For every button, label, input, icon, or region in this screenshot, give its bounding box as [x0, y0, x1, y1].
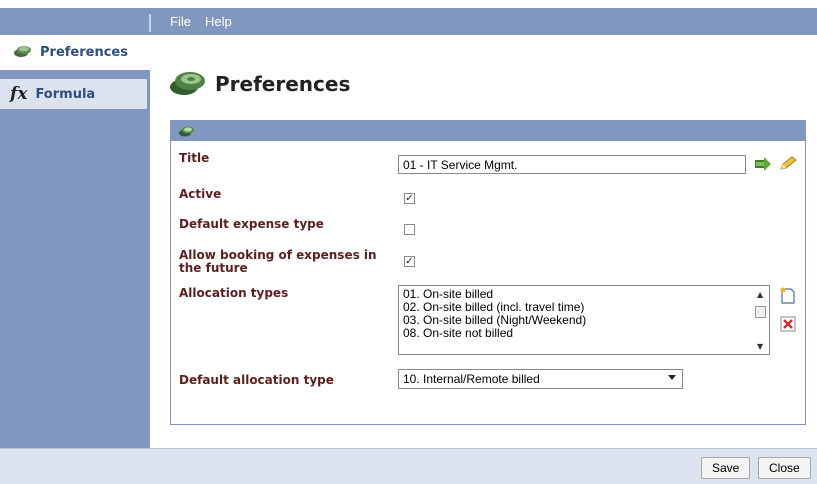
scroll-up-icon[interactable]: ▲	[757, 290, 763, 299]
active-checkbox[interactable]: ✓	[404, 193, 415, 204]
default-expense-checkbox[interactable]	[404, 224, 415, 235]
page-title: Preferences	[169, 68, 350, 100]
list-item[interactable]: 08. On-site not billed	[403, 327, 769, 340]
money-icon	[169, 68, 207, 100]
list-scrollbar[interactable]: ▲ ▼	[753, 286, 769, 354]
scroll-down-icon[interactable]: ▼	[757, 342, 763, 351]
close-button[interactable]: Close	[758, 457, 811, 479]
panel-header	[171, 121, 805, 141]
default-expense-label: Default expense type	[179, 217, 324, 231]
arrow-icon[interactable]	[754, 155, 772, 173]
sidebar-item-label: Preferences	[40, 45, 128, 60]
page-title-text: Preferences	[215, 72, 351, 96]
menu: File Help	[170, 8, 232, 35]
menu-separator	[149, 14, 151, 32]
menu-file[interactable]: File	[170, 14, 191, 29]
default-allocation-label: Default allocation type	[179, 373, 334, 387]
allow-booking-label: Allow booking of expenses in the future	[179, 248, 377, 275]
delete-icon[interactable]	[779, 315, 797, 333]
sidebar-item-preferences[interactable]: Preferences	[0, 35, 150, 70]
allocation-types-list[interactable]: 01. On-site billed 02. On-site billed (i…	[398, 285, 770, 355]
money-icon	[179, 122, 195, 141]
sidebar-item-label: Formula	[35, 86, 96, 102]
chevron-down-icon	[668, 375, 676, 380]
money-icon	[14, 43, 32, 62]
top-menu-bar: File Help	[0, 0, 817, 35]
sidebar: Preferences fx Formula	[0, 35, 150, 448]
active-label: Active	[179, 187, 222, 201]
allow-booking-checkbox[interactable]: ✓	[404, 256, 415, 267]
formula-icon: fx	[10, 84, 28, 104]
default-allocation-select[interactable]: 10. Internal/Remote billed	[398, 369, 683, 389]
sidebar-item-formula[interactable]: fx Formula	[0, 79, 147, 109]
default-allocation-value: 10. Internal/Remote billed	[403, 372, 540, 386]
title-label: Title	[179, 151, 210, 165]
save-button[interactable]: Save	[701, 457, 751, 479]
new-document-icon[interactable]	[779, 287, 797, 305]
allocation-types-label: Allocation types	[179, 286, 289, 300]
title-input[interactable]	[398, 155, 746, 174]
scroll-thumb[interactable]	[755, 306, 766, 318]
menu-help[interactable]: Help	[205, 14, 232, 29]
edit-icon[interactable]	[779, 155, 797, 173]
footer-bar	[0, 448, 817, 484]
